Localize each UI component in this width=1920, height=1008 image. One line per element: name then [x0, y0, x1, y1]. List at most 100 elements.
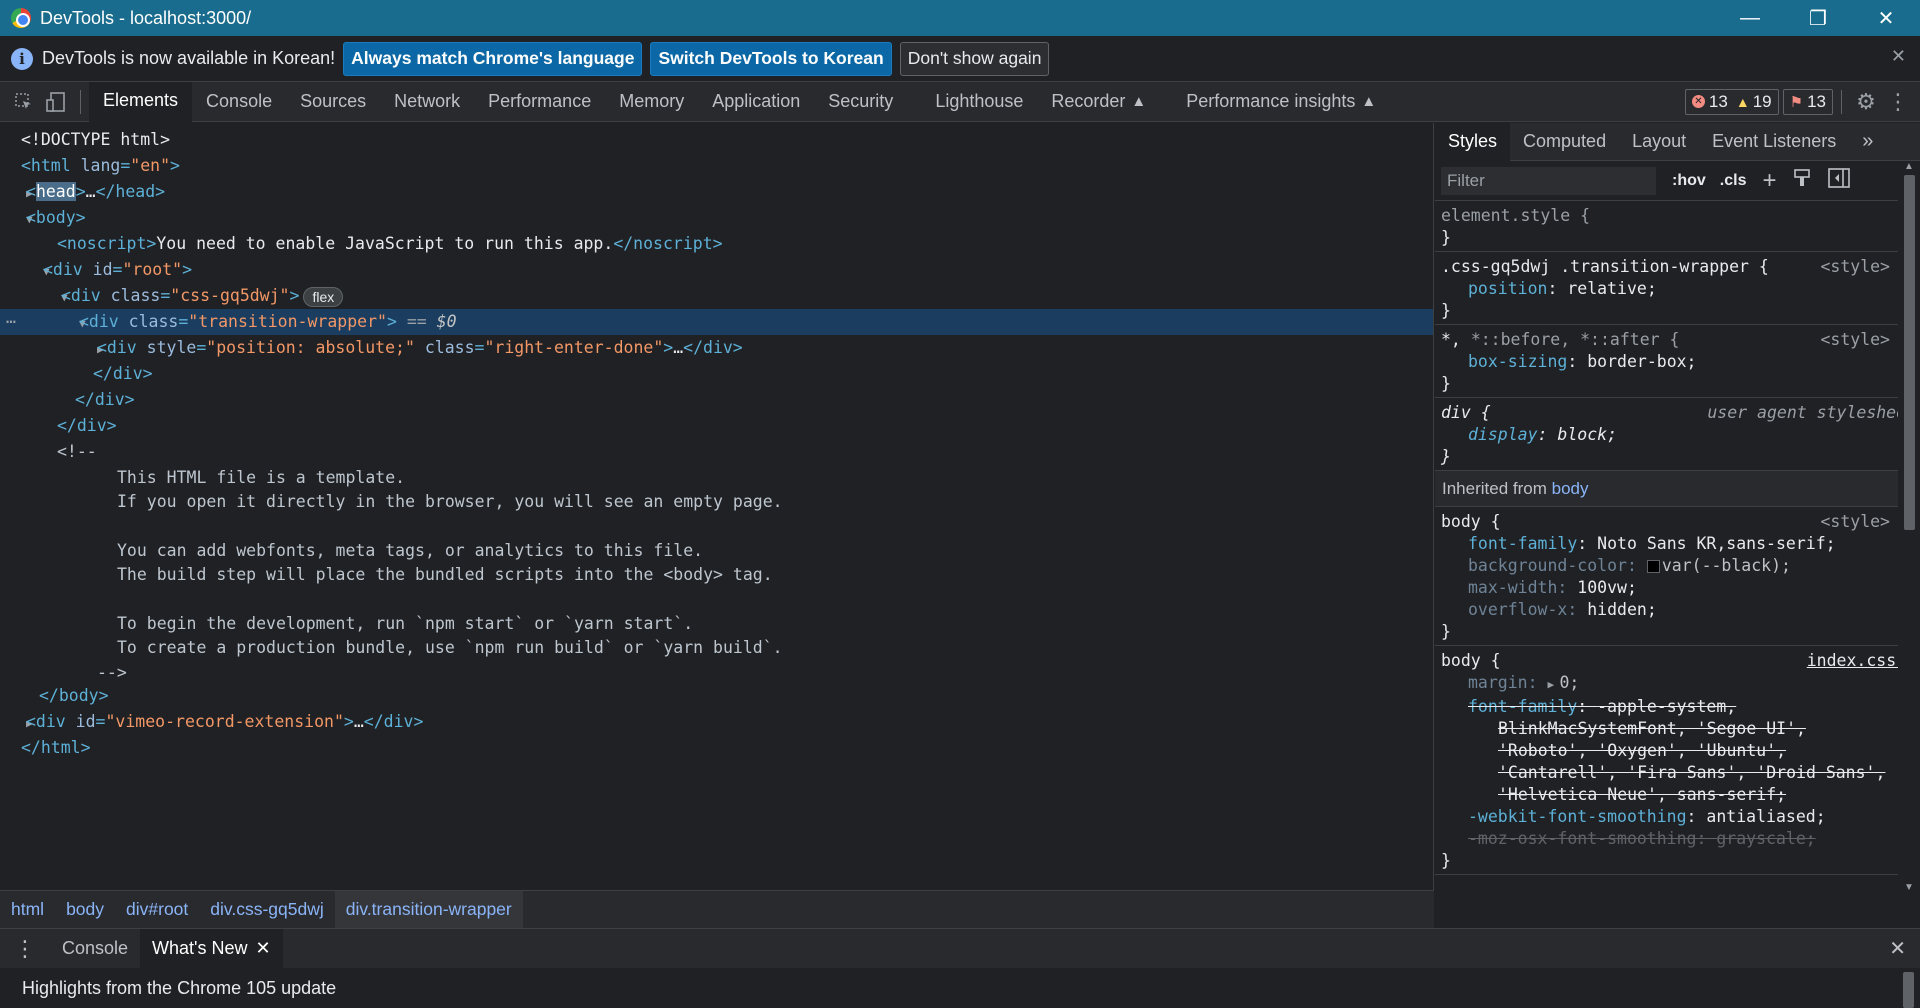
device-toolbar-icon[interactable]	[40, 86, 72, 118]
issues-counter[interactable]: ⚑ 13	[1782, 88, 1833, 115]
tab-elements[interactable]: Elements	[89, 81, 193, 122]
dom-node-transition-wrapper[interactable]: ⋯ ▼<div class="transition-wrapper"> == $0	[0, 309, 1433, 335]
tab-sources[interactable]: Sources	[286, 82, 380, 122]
more-tabs-chevron-icon[interactable]: »	[1849, 123, 1886, 161]
css-value[interactable]: 0;	[1559, 673, 1579, 692]
dom-comment-open[interactable]: <!--	[0, 439, 1433, 465]
tab-console[interactable]: Console	[192, 82, 286, 122]
breadcrumb-body[interactable]: body	[55, 891, 115, 929]
tab-recorder[interactable]: Recorder ▲	[1037, 82, 1160, 122]
rule-div-useragent[interactable]: div { user agent stylesheet display: blo…	[1435, 398, 1920, 471]
drawer-menu-icon[interactable]: ⋮	[0, 929, 50, 969]
rule-body-indexcss[interactable]: body { index.css:1 margin: ▶ 0; font-fami…	[1435, 646, 1920, 875]
inspect-element-icon[interactable]	[8, 86, 40, 118]
rule-source[interactable]: <style>	[1820, 256, 1890, 278]
more-options-icon[interactable]: ⋮	[1882, 86, 1914, 118]
css-property[interactable]: background-color	[1468, 556, 1627, 575]
hov-toggle-button[interactable]: :hov	[1672, 172, 1706, 190]
rule-source[interactable]: <style>	[1820, 511, 1890, 533]
settings-gear-icon[interactable]: ⚙	[1850, 86, 1882, 118]
drawer-scrollbar-thumb[interactable]	[1903, 972, 1914, 1008]
dont-show-again-button[interactable]: Don't show again	[899, 41, 1050, 76]
styles-filter-input[interactable]	[1441, 166, 1656, 195]
tab-security[interactable]: Security	[814, 82, 907, 122]
tab-event-listeners[interactable]: Event Listeners	[1699, 123, 1849, 161]
infobar-close-icon[interactable]: ✕	[1891, 46, 1906, 67]
dom-node-noscript[interactable]: <noscript>You need to enable JavaScript …	[0, 231, 1433, 257]
flex-badge[interactable]: flex	[303, 286, 344, 307]
tab-computed[interactable]: Computed	[1510, 123, 1619, 161]
expand-triangle-icon[interactable]: ▶	[0, 337, 104, 363]
tab-network[interactable]: Network	[380, 82, 474, 122]
css-value[interactable]: border-box;	[1587, 352, 1696, 371]
rule-element-style[interactable]: element.style { }	[1435, 201, 1920, 252]
dom-node-body[interactable]: ▼<body>	[0, 205, 1433, 233]
css-value[interactable]: antialiased;	[1706, 807, 1825, 826]
tab-lighthouse[interactable]: Lighthouse	[921, 82, 1037, 122]
css-value[interactable]: 100vw;	[1577, 578, 1637, 597]
expand-shorthand-icon[interactable]: ▶	[1547, 674, 1559, 696]
css-property[interactable]: margin	[1468, 673, 1528, 692]
close-drawer-icon[interactable]: ✕	[1877, 929, 1920, 969]
css-property[interactable]: position	[1468, 279, 1547, 298]
collapse-triangle-icon[interactable]: ▼	[0, 207, 33, 233]
node-actions-icon[interactable]: ⋯	[6, 309, 16, 335]
scroll-up-icon[interactable]: ▲	[1904, 161, 1914, 172]
css-value[interactable]: relative;	[1567, 279, 1656, 298]
css-value[interactable]: hidden;	[1587, 600, 1657, 619]
css-value-invalid[interactable]: grayscale;	[1716, 829, 1815, 848]
breadcrumb-transition-wrapper[interactable]: div.transition-wrapper	[334, 890, 523, 929]
minimize-icon[interactable]: —	[1716, 0, 1784, 36]
rule-transition-wrapper[interactable]: .css-gq5dwj .transition-wrapper { <style…	[1435, 252, 1920, 325]
expand-triangle-icon[interactable]: ▶	[0, 711, 33, 737]
toggle-sidebar-icon[interactable]	[1828, 167, 1851, 194]
rule-body-style[interactable]: body { <style> font-family: Noto Sans KR…	[1435, 507, 1920, 646]
always-match-language-button[interactable]: Always match Chrome's language	[343, 41, 643, 76]
dom-node-head[interactable]: ▶<head>…</head>	[0, 179, 1433, 207]
cls-toggle-button[interactable]: .cls	[1720, 172, 1747, 190]
color-swatch-icon[interactable]	[1646, 560, 1660, 573]
collapse-triangle-icon[interactable]: ▼	[0, 259, 50, 285]
css-property[interactable]: box-sizing	[1468, 352, 1567, 371]
rule-source[interactable]: <style>	[1820, 329, 1890, 351]
tab-styles[interactable]: Styles	[1435, 123, 1511, 161]
breadcrumb-html[interactable]: html	[0, 891, 55, 929]
css-property-invalid[interactable]: -moz-osx-font-smoothing	[1468, 829, 1696, 848]
css-property-overridden[interactable]: font-family	[1468, 697, 1577, 716]
error-warning-counter[interactable]: ✕ 13 ▲ 19	[1684, 88, 1779, 115]
tab-memory[interactable]: Memory	[605, 82, 698, 122]
paint-brush-icon[interactable]	[1792, 168, 1812, 194]
css-property[interactable]: overflow-x	[1468, 600, 1567, 619]
css-property[interactable]: -webkit-font-smoothing	[1468, 807, 1687, 826]
tab-application[interactable]: Application	[698, 82, 814, 122]
new-style-rule-icon[interactable]: +	[1762, 167, 1776, 195]
close-window-icon[interactable]: ✕	[1852, 0, 1920, 36]
restore-icon[interactable]: ❐	[1784, 0, 1852, 36]
expand-triangle-icon[interactable]: ▶	[0, 181, 33, 207]
dom-node-html[interactable]: <html lang="en">	[0, 153, 1433, 179]
dom-node-root-div[interactable]: ▼<div id="root">	[0, 257, 1433, 285]
tab-performance[interactable]: Performance	[474, 82, 605, 122]
dom-node-doctype[interactable]: <!DOCTYPE html>	[0, 127, 1433, 153]
breadcrumb-root[interactable]: div#root	[115, 891, 199, 929]
drawer-tab-whats-new[interactable]: What's New ✕	[140, 928, 283, 969]
dom-node-inner-div[interactable]: ▶<div style="position: absolute;" class=…	[0, 335, 1433, 363]
inherited-target-link[interactable]: body	[1552, 479, 1589, 498]
scroll-down-icon[interactable]: ▼	[1904, 882, 1914, 893]
breadcrumb-css-div[interactable]: div.css-gq5dwj	[199, 891, 334, 929]
drawer-tab-console[interactable]: Console	[50, 929, 140, 969]
css-value[interactable]: Noto Sans KR,sans-serif;	[1597, 534, 1835, 553]
css-value[interactable]: var(--black);	[1662, 556, 1791, 575]
tab-performance-insights[interactable]: Performance insights ▲	[1172, 82, 1390, 122]
css-property[interactable]: max-width	[1468, 578, 1557, 597]
switch-to-korean-button[interactable]: Switch DevTools to Korean	[650, 41, 892, 76]
dom-node-vimeo[interactable]: ▶<div id="vimeo-record-extension">…</div…	[0, 709, 1433, 737]
css-value-overridden[interactable]: -apple-system,	[1597, 697, 1736, 716]
dom-node-css-div[interactable]: ▼<div class="css-gq5dwj"> flex	[0, 283, 1433, 311]
close-tab-icon[interactable]: ✕	[256, 938, 271, 959]
tab-layout[interactable]: Layout	[1619, 123, 1699, 161]
css-property[interactable]: font-family	[1468, 534, 1577, 553]
collapse-triangle-icon[interactable]: ▼	[0, 285, 68, 311]
styles-scrollbar[interactable]: ▲ ▼	[1898, 161, 1920, 893]
rule-universal[interactable]: *, *::before, *::after { <style> box-siz…	[1435, 325, 1920, 398]
